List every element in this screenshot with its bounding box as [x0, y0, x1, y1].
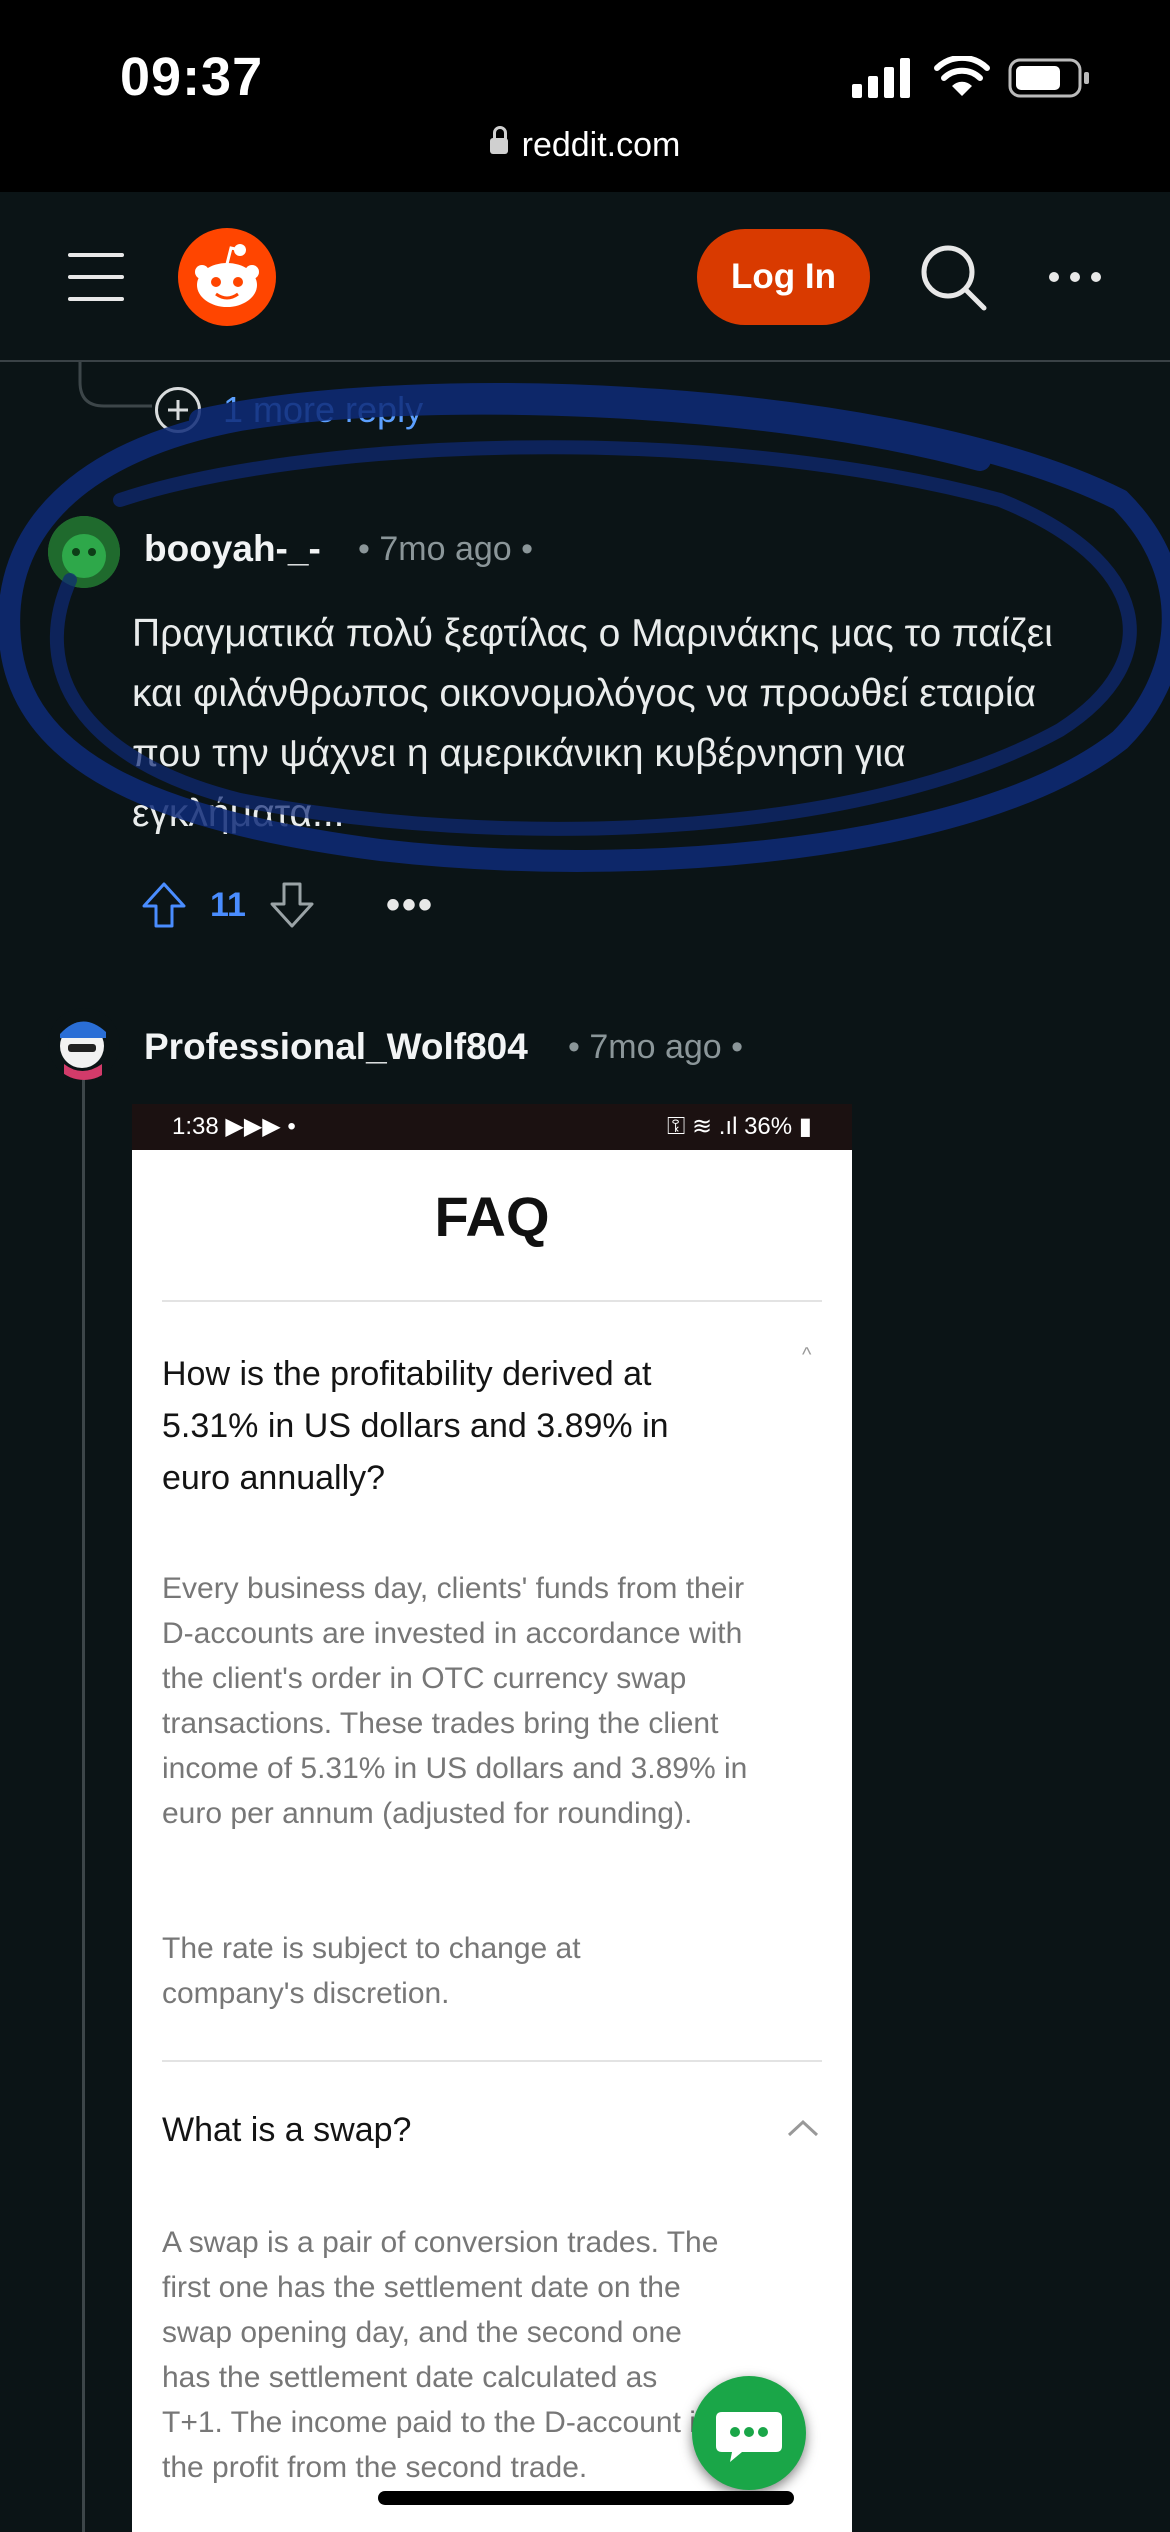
comment-author[interactable]: Professional_Wolf804 — [144, 1026, 528, 1068]
lock-icon — [489, 126, 508, 154]
site-header — [0, 192, 1170, 362]
more-icon[interactable] — [1048, 262, 1102, 292]
comment-actions: 11 ••• — [140, 870, 434, 940]
login-button[interactable]: Log In — [697, 229, 870, 325]
chevron-up-icon — [787, 2119, 819, 2137]
more-replies-link[interactable]: 1 more reply — [155, 382, 423, 438]
separator-dot: • — [511, 530, 534, 568]
faq-divider — [162, 2060, 822, 2062]
battery-icon — [1008, 58, 1089, 98]
upvote-icon[interactable] — [140, 880, 188, 930]
address-bar[interactable]: reddit.com — [0, 126, 1170, 165]
chat-button[interactable] — [692, 2376, 806, 2490]
wifi-icon — [934, 56, 990, 96]
vote-count: 11 — [210, 885, 246, 924]
comment-age: 7mo ago — [379, 530, 512, 568]
downvote-icon[interactable] — [268, 880, 316, 930]
faq-title: FAQ — [434, 1185, 550, 1248]
faq-question: How is the profitability derived at 5.31… — [162, 1355, 669, 1497]
comment-more-icon[interactable]: ••• — [386, 883, 434, 928]
faq-divider — [162, 1300, 822, 1302]
avatar[interactable] — [48, 1008, 120, 1080]
faq-answer-note: The rate is subject to change at company… — [162, 1932, 581, 2010]
comment-image[interactable]: 1:38 ▶▶▶ • ⚿ ≋ .ıl 36% ▮ FAQ How is the … — [132, 1104, 852, 2532]
avatar[interactable] — [48, 516, 120, 588]
cellular-signal-icon — [852, 58, 910, 98]
comment-meta: • 7mo ago • — [358, 530, 533, 569]
faq-answer: A swap is a pair of conversion trades. T… — [162, 2226, 719, 2484]
image-status-bar: 1:38 ▶▶▶ • ⚿ ≋ .ıl 36% ▮ — [132, 1104, 852, 1150]
faq-answer: Every business day, clients' funds from … — [162, 1572, 748, 1830]
home-indicator — [378, 2491, 794, 2505]
faq-question: What is a swap? — [162, 2111, 412, 2149]
add-circle-icon — [155, 387, 201, 433]
url-text: reddit.com — [521, 126, 681, 164]
separator-dot: • — [568, 1028, 590, 1066]
separator-dot: • — [358, 530, 380, 568]
chat-icon — [716, 2412, 782, 2462]
comment-author[interactable]: booyah-_- — [144, 528, 321, 570]
comment-meta: • 7mo ago • — [568, 1028, 743, 1067]
reddit-logo-icon[interactable] — [178, 228, 276, 326]
separator-dot: • — [721, 1028, 744, 1066]
thread-connector — [78, 362, 152, 408]
comment-body: Πραγματικά πολύ ξεφτίλας ο Μαρινάκης μας… — [132, 612, 1053, 835]
search-icon[interactable] — [918, 242, 988, 312]
image-status-time: 1:38 ▶▶▶ • — [172, 1113, 296, 1140]
comment-age: 7mo ago — [589, 1028, 722, 1066]
chevron-up-icon: ^ — [802, 1344, 812, 1366]
thread-line — [82, 1076, 85, 2532]
more-replies-label: 1 more reply — [223, 389, 424, 430]
status-time: 09:37 — [120, 47, 264, 107]
image-status-battery: ⚿ ≋ .ıl 36% ▮ — [667, 1113, 812, 1140]
menu-icon[interactable] — [68, 253, 124, 301]
